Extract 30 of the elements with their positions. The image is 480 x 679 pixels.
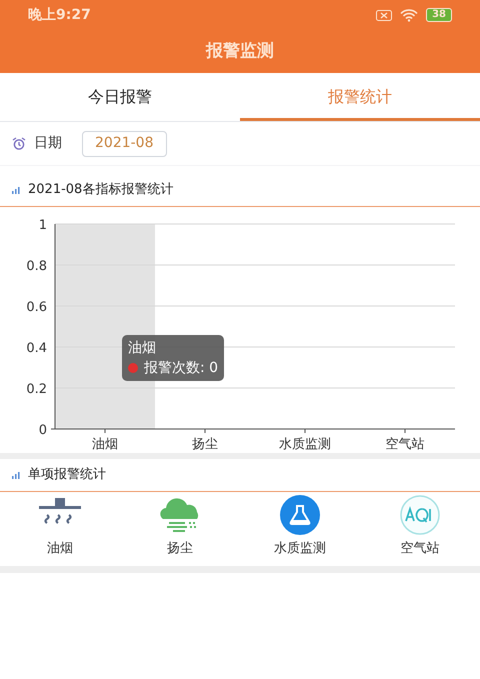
section-title: 2021-08各指标报警统计 <box>28 181 174 200</box>
category-label[interactable]: 扬尘 <box>167 538 193 558</box>
flask-icon <box>280 494 320 534</box>
y-tick-label: 0.8 <box>26 259 47 274</box>
battery-indicator: 38 <box>426 8 452 22</box>
page-title: 报警监测 <box>206 40 274 63</box>
alarm-clock-icon <box>12 137 26 150</box>
tab[interactable]: 今日报警 <box>0 73 240 121</box>
x-tick-label: 空气站 <box>386 437 424 452</box>
status-time: 晚上9:27 <box>28 6 91 24</box>
category-label[interactable]: 空气站 <box>400 538 440 558</box>
y-tick-label: 0.4 <box>26 341 47 356</box>
bar-chart-icon <box>12 186 20 194</box>
x-tick-label: 扬尘 <box>192 437 218 452</box>
section-title: 单项报警统计 <box>28 466 106 484</box>
y-tick-label: 1 <box>38 218 47 233</box>
y-tick-label: 0 <box>38 423 47 438</box>
aqi-icon <box>399 494 441 534</box>
category-label[interactable]: 水质监测 <box>274 538 326 558</box>
category-label[interactable]: 油烟 <box>47 538 73 558</box>
date-label: 日期 <box>34 134 62 153</box>
tooltip-value: 报警次数: 0 <box>144 359 218 377</box>
tooltip-title: 油烟 <box>128 339 157 357</box>
x-tick-label: 水质监测 <box>279 437 331 452</box>
x-tick-label: 油烟 <box>92 437 118 452</box>
sim-icon <box>376 10 392 20</box>
bar-chart-icon <box>12 472 20 478</box>
y-tick-label: 0.6 <box>26 300 47 315</box>
y-tick-label: 0.2 <box>26 382 47 397</box>
wifi-icon <box>400 8 418 22</box>
